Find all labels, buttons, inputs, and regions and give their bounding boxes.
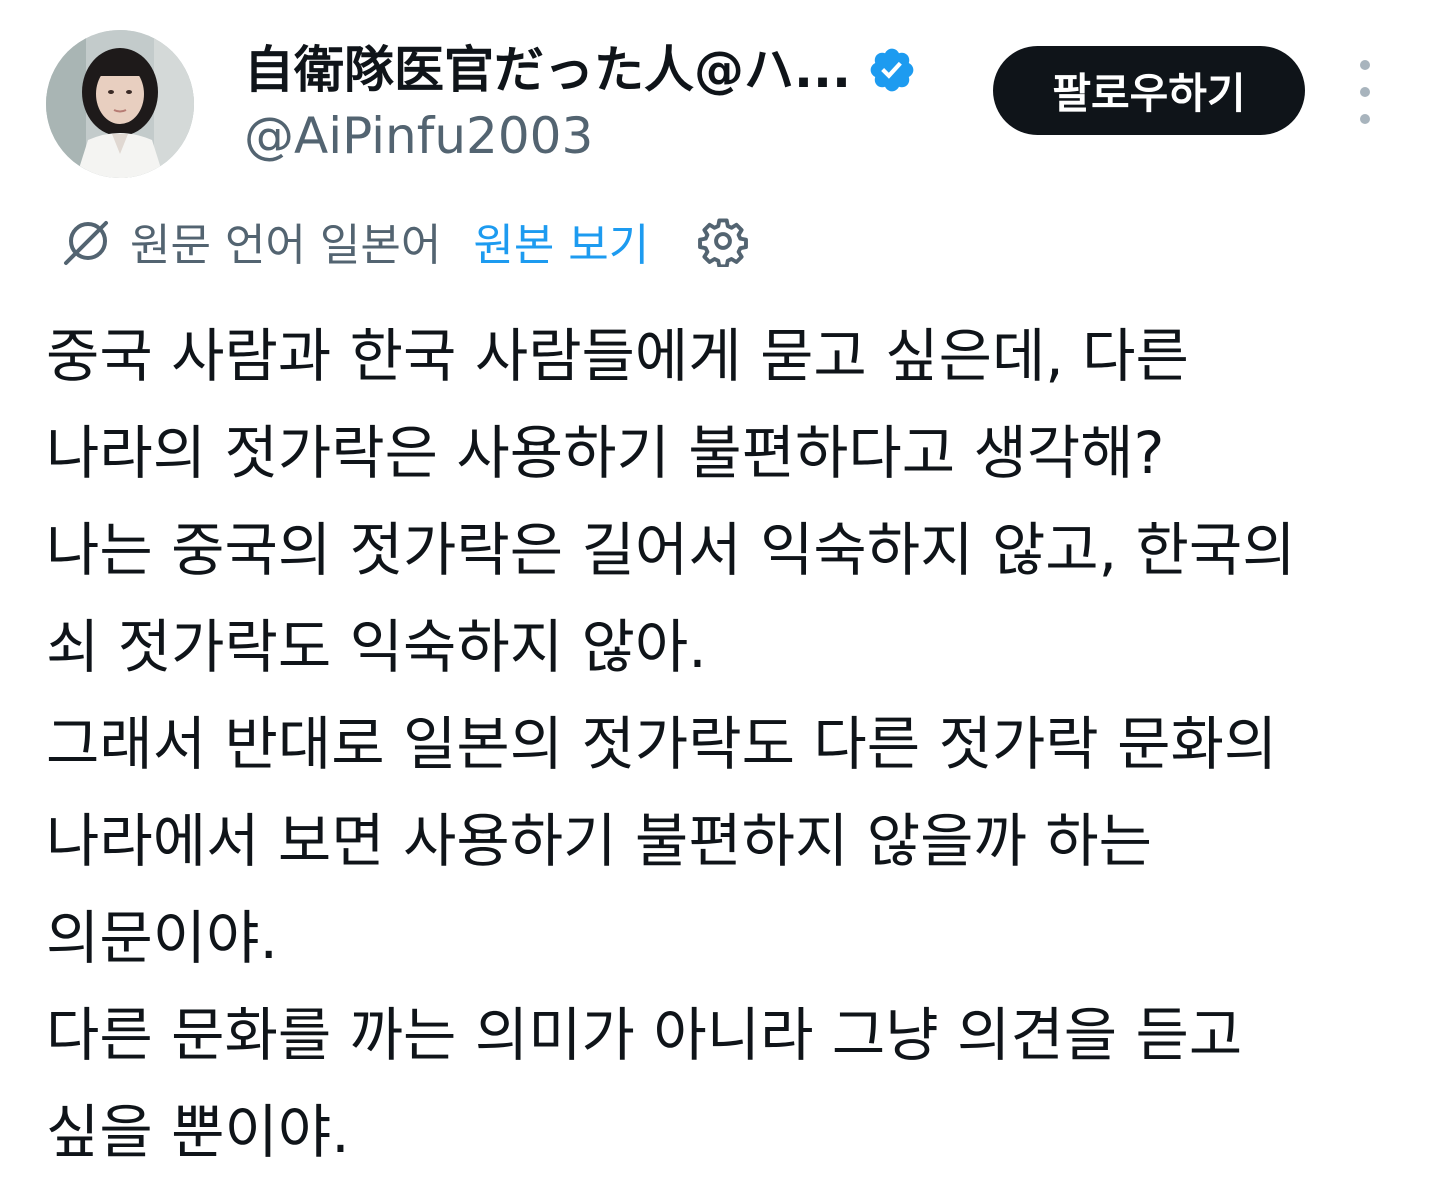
tweet-text: 중국 사람과 한국 사람들에게 묻고 싶은데, 다른 나라의 젓가락은 사용하기… [46, 308, 1416, 1181]
avatar-photo [46, 30, 194, 178]
more-dot [1360, 114, 1370, 124]
author-name-row: 自衛隊医官だった人@ハ... [244, 36, 917, 104]
tweet-text-line: 나는 중국의 젓가락은 길어서 익숙하지 않고, 한국의 [46, 516, 1296, 584]
tweet-text-line: 나라의 젓가락은 사용하기 불편하다고 생각해? [46, 419, 1165, 487]
translation-bar: 원문 언어 일본어 원본 보기 [60, 210, 749, 272]
more-vertical-icon[interactable] [1345, 60, 1385, 124]
tweet-text-line: 다른 문화를 까는 의미가 아니라 그냥 의견을 듣고 [46, 1001, 1243, 1069]
translate-icon [60, 214, 114, 268]
tweet-text-line: 의문이야. [46, 904, 278, 972]
more-dot [1360, 60, 1370, 70]
more-dot [1360, 87, 1370, 97]
follow-button[interactable]: 팔로우하기 [993, 46, 1305, 135]
tweet-text-line: 싶을 뿐이야. [46, 1098, 350, 1166]
tweet-text-line: 쇠 젓가락도 익숙하지 않아. [46, 613, 707, 681]
tweet-text-line: 중국 사람과 한국 사람들에게 묻고 싶은데, 다른 [46, 322, 1189, 390]
verified-badge-icon [867, 45, 917, 95]
tweet-header: 自衛隊医官だった人@ハ... @AiPinfu2003 팔로우하기 [0, 0, 1440, 200]
user-handle[interactable]: @AiPinfu2003 [244, 106, 593, 166]
tweet-text-line: 나라에서 보면 사용하기 불편하지 않을까 하는 [46, 807, 1153, 875]
avatar[interactable] [46, 30, 194, 178]
tweet-text-line: 그래서 반대로 일본의 젓가락도 다른 젓가락 문화의 [46, 710, 1278, 778]
translation-source-label: 원문 언어 일본어 [130, 220, 442, 271]
view-original-link[interactable]: 원본 보기 [473, 209, 649, 273]
gear-icon[interactable] [697, 215, 749, 267]
display-name[interactable]: 自衛隊医官だった人@ハ... [244, 45, 851, 95]
